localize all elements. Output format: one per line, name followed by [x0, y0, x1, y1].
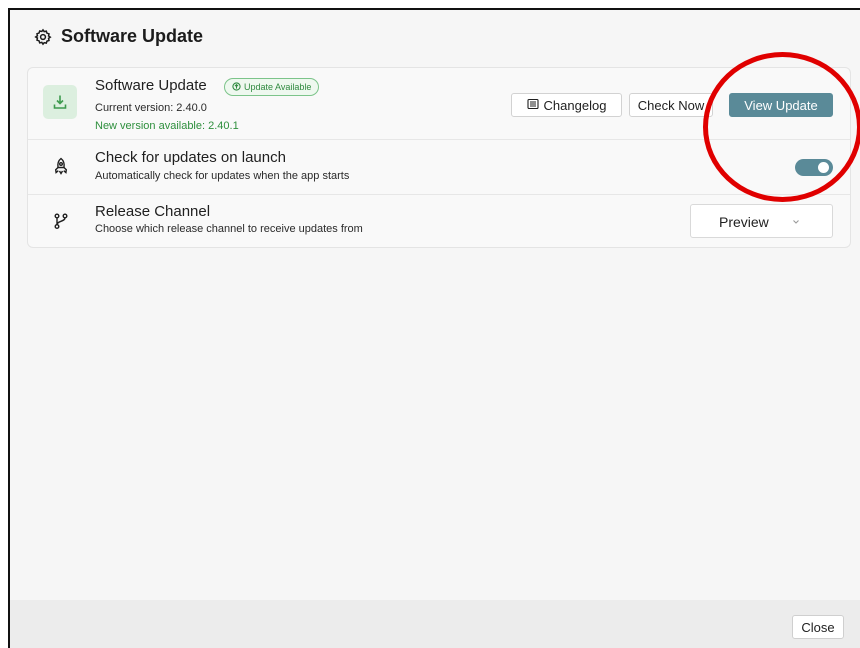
close-button[interactable]: Close [792, 615, 844, 639]
view-update-label: View Update [744, 97, 818, 113]
software-update-dialog: Software Update Software Update Update A… [8, 8, 860, 648]
release-channel-row: Release Channel Choose which release cha… [28, 194, 850, 248]
changelog-label: Changelog [543, 97, 607, 113]
download-icon [43, 85, 77, 119]
toggle-knob [818, 162, 829, 173]
close-label: Close [801, 619, 835, 635]
dialog-header: Software Update [34, 26, 203, 47]
release-channel-value: Preview [719, 214, 769, 230]
check-now-button[interactable]: Check Now [629, 93, 713, 117]
settings-card: Software Update Update Available Current… [27, 67, 851, 248]
changelog-button[interactable]: Changelog [511, 93, 622, 117]
release-channel-select[interactable]: Preview [690, 204, 833, 238]
circle-arrow-up-icon [232, 81, 241, 93]
software-update-row: Software Update Update Available Current… [28, 68, 850, 140]
update-title: Software Update [95, 77, 207, 94]
launch-check-row: Check for updates on launch Automaticall… [28, 139, 850, 195]
view-update-button[interactable]: View Update [729, 93, 833, 117]
launch-check-subtitle: Automatically check for updates when the… [95, 170, 350, 182]
chevron-down-icon [791, 214, 801, 230]
release-channel-subtitle: Choose which release channel to receive … [95, 223, 363, 235]
git-branch-icon [51, 211, 71, 231]
dialog-title: Software Update [61, 26, 204, 46]
launch-check-title: Check for updates on launch [95, 149, 286, 166]
badge-label: Update Available [244, 82, 312, 92]
launch-check-toggle[interactable] [795, 159, 833, 176]
document-list-icon [526, 98, 539, 113]
gear-icon [34, 28, 52, 46]
current-version: Current version: 2.40.0 [95, 102, 207, 114]
dialog-footer: Close [10, 600, 860, 648]
check-now-label: Check Now [637, 97, 705, 113]
rocket-icon [51, 156, 71, 176]
release-channel-title: Release Channel [95, 203, 211, 220]
new-version: New version available: 2.40.1 [95, 120, 239, 132]
update-available-badge: Update Available [224, 78, 320, 96]
